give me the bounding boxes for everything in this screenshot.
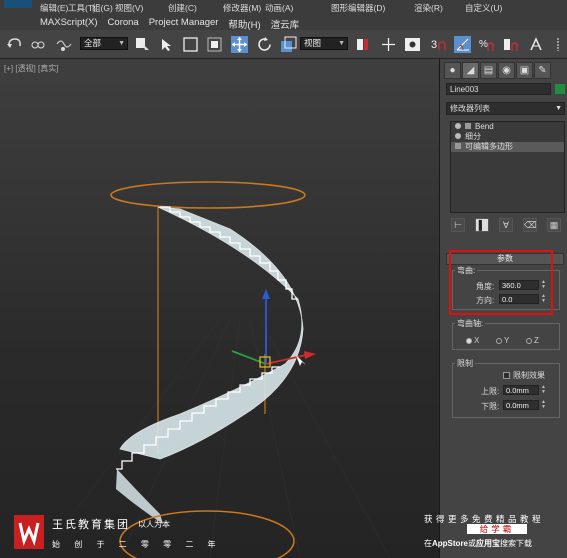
app-menu-button[interactable]	[4, 0, 32, 8]
bind-spacewarp-icon[interactable]	[55, 36, 72, 53]
transform-gizmo[interactable]	[231, 289, 316, 368]
menu-item-main[interactable]: 帮助(H)	[228, 17, 260, 31]
brand-slogan: 以人为本	[138, 520, 170, 529]
show-end-result-icon[interactable]: ▌	[475, 218, 489, 232]
stack-item-editable-poly[interactable]: 可编辑多边形	[451, 142, 564, 152]
motion-tab-icon[interactable]: ◉	[498, 62, 515, 79]
keyboard-shortcut-icon[interactable]	[404, 36, 421, 53]
spinner-snap-icon[interactable]	[502, 36, 519, 53]
hierarchy-tab-icon[interactable]: ▤	[480, 62, 497, 79]
lower-limit-spinner-icon[interactable]: ▲ ▼	[541, 400, 547, 410]
undo-icon[interactable]	[6, 36, 23, 53]
link-icon[interactable]	[30, 36, 47, 53]
menu-bar-main: MAXScript(X) Corona Project Manager 帮助(H) 渲云…	[0, 16, 567, 31]
spiral-stair[interactable]	[116, 206, 304, 524]
menu-item-main[interactable]: MAXScript(X)	[40, 17, 98, 31]
lower-limit-field[interactable]: 0.0mm	[503, 400, 539, 410]
svg-text:%: %	[479, 39, 488, 50]
eye-icon[interactable]	[455, 123, 461, 129]
reference-coordinate-select[interactable]: 视图 ▼	[300, 37, 348, 50]
select-manipulate-icon[interactable]	[380, 36, 397, 53]
selection-filter-select[interactable]: 全部 ▼	[80, 37, 128, 50]
display-tab-icon[interactable]: ▣	[516, 62, 533, 79]
menu-item-top[interactable]: 组(G)	[92, 2, 113, 14]
stack-item-bend[interactable]: Bend	[451, 122, 564, 132]
brand-tagline: 始 创 于 二 零 零 二 年	[52, 540, 222, 549]
percent-snap-icon[interactable]: %	[478, 36, 495, 53]
main-toolbar: 全部 ▼ 视图 ▼ 3 %	[0, 30, 567, 59]
menu-item-top[interactable]: 渲染(R)	[414, 2, 443, 14]
select-object-icon[interactable]	[134, 36, 151, 53]
window-crossing-icon[interactable]	[206, 36, 223, 53]
select-by-name-icon[interactable]	[158, 36, 175, 53]
lower-limit-label: 下限:	[481, 402, 500, 411]
angle-snap-icon[interactable]	[454, 36, 471, 53]
utilities-tab-icon[interactable]: ✎	[534, 62, 551, 79]
top-spline[interactable]	[110, 181, 306, 209]
mirror-icon[interactable]	[550, 36, 567, 53]
menu-item-top[interactable]: 视图(V)	[115, 2, 143, 14]
upper-limit-label: 上限:	[481, 387, 500, 396]
upper-limit-field[interactable]: 0.0mm	[503, 385, 539, 395]
menu-item-top[interactable]: 修改器(M)	[223, 2, 261, 14]
menu-bar-top: 编辑(E) 工具(T) 组(G) 视图(V) 创建(C) 修改器(M) 动画(A) 图形编辑器…	[0, 0, 567, 16]
create-tab-icon[interactable]: ●	[444, 62, 461, 79]
menu-item-top[interactable]: 编辑(E)	[40, 2, 68, 14]
configure-sets-icon[interactable]: ▦	[547, 218, 561, 232]
upper-limit-spinner-icon[interactable]: ▲ ▼	[541, 385, 547, 395]
promo-line-3: 在AppStore或应用宝搜索下载	[424, 539, 532, 548]
edit-named-selection-icon[interactable]	[528, 36, 545, 53]
pivot-center-icon[interactable]	[354, 36, 371, 53]
menu-item-main[interactable]: Project Manager	[149, 17, 219, 31]
menu-item-top[interactable]: 图形编辑器(D)	[331, 2, 385, 14]
annotation-highlight-box	[449, 250, 553, 315]
menu-item-top[interactable]: 创建(C)	[168, 2, 197, 14]
eye-icon[interactable]	[455, 133, 461, 139]
brand-name: 王氏教育集团	[52, 519, 130, 531]
remove-modifier-icon[interactable]: ⌫	[523, 218, 537, 232]
scale-icon[interactable]	[280, 36, 297, 53]
axis-x-radio[interactable]: X	[466, 336, 479, 345]
brand-logo	[14, 515, 44, 549]
modifier-stack: Bend 细分 可编辑多边形	[450, 121, 565, 213]
promo-app-badge: 给学霸	[467, 524, 527, 534]
svg-text:3: 3	[431, 39, 437, 51]
modify-tab-icon[interactable]: ◢	[462, 62, 479, 79]
menu-item-main[interactable]: Corona	[108, 17, 139, 31]
command-panel-tabs: ● ◢ ▤ ◉ ▣ ✎	[444, 62, 565, 81]
axis-z-radio[interactable]: Z	[526, 336, 539, 345]
rotate-icon[interactable]	[256, 36, 273, 53]
menu-item-top[interactable]: 动画(A)	[265, 2, 293, 14]
expand-icon[interactable]	[455, 143, 461, 149]
axis-y-radio[interactable]: Y	[496, 336, 509, 345]
menu-item-main[interactable]: 渲云库	[271, 17, 300, 31]
pin-stack-icon[interactable]: ⊢	[451, 218, 465, 232]
stack-toolbar: ⊢ ▌ ∀ ⌫ ▦	[447, 218, 565, 234]
object-name-field[interactable]: Line003	[446, 83, 551, 95]
expand-icon[interactable]	[465, 123, 471, 129]
perspective-viewport[interactable]: [+] [透视] [真实]	[0, 59, 440, 558]
limit-effect-checkbox[interactable]: 限制效果	[503, 370, 545, 381]
snaps-toggle-icon[interactable]: 3	[430, 36, 447, 53]
stack-item-subdivide[interactable]: 细分	[451, 132, 564, 142]
modifier-list-dropdown[interactable]: 修改器列表 ▼	[446, 102, 565, 115]
make-unique-icon[interactable]: ∀	[499, 218, 513, 232]
object-color-swatch[interactable]	[555, 84, 565, 94]
rect-selection-icon[interactable]	[182, 36, 199, 53]
move-icon[interactable]	[231, 36, 248, 53]
menu-item-top[interactable]: 自定义(U)	[465, 2, 502, 14]
scene-view	[39, 181, 391, 558]
